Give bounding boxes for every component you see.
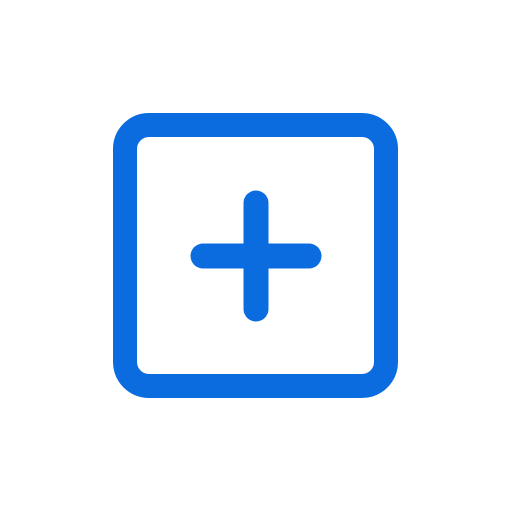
icon-canvas [0, 0, 512, 512]
plus-square-icon[interactable] [0, 0, 512, 512]
